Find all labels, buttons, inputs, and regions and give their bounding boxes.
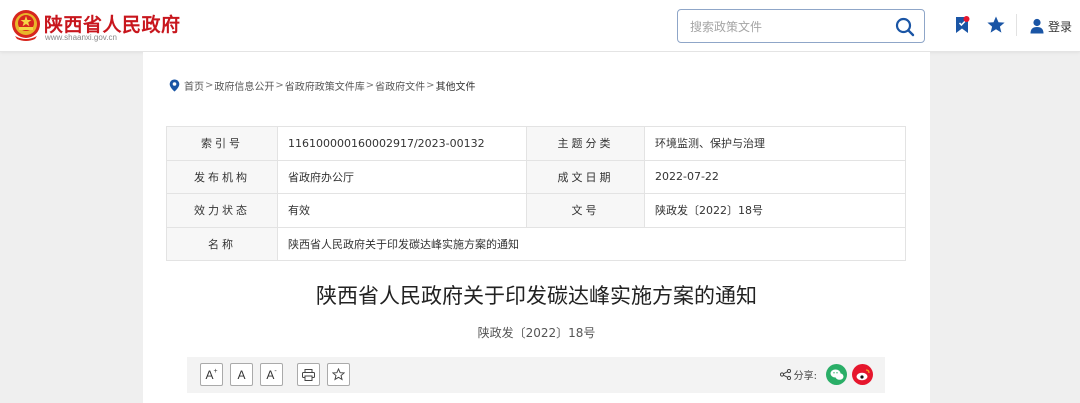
star-outline-icon bbox=[332, 368, 345, 381]
topic-label: 主题分类 bbox=[526, 126, 645, 161]
breadcrumb-other-files: 其他文件 bbox=[435, 82, 476, 93]
print-icon bbox=[302, 368, 315, 381]
breadcrumb-home[interactable]: 首页 bbox=[184, 78, 204, 93]
breadcrumb-separator: > bbox=[205, 80, 214, 91]
document-number: 陕政发〔2022〕18号 bbox=[477, 326, 596, 340]
emblem-logo[interactable] bbox=[10, 8, 42, 42]
status-value: 有效 bbox=[277, 193, 527, 228]
user-icon bbox=[1030, 18, 1044, 34]
font-decrease-sup: - bbox=[274, 368, 277, 375]
date-label: 成文日期 bbox=[526, 159, 645, 194]
search-box bbox=[677, 9, 925, 43]
breadcrumb-policy-library[interactable]: 省政府政策文件库 bbox=[285, 78, 365, 93]
breadcrumb-gov-files[interactable]: 省政府文件 bbox=[375, 78, 425, 93]
table-row: 名称 陕西省人民政府关于印发碳达峰实施方案的通知 bbox=[166, 226, 906, 261]
font-normal-button[interactable]: A bbox=[230, 363, 253, 386]
issuer-value: 省政府办公厅 bbox=[277, 159, 527, 194]
weibo-icon bbox=[856, 368, 870, 380]
table-row: 发布机构 省政府办公厅 成文日期 2022-07-22 bbox=[166, 159, 906, 194]
date-value: 2022-07-22 bbox=[644, 159, 906, 194]
search-icon[interactable] bbox=[894, 16, 916, 38]
font-increase-sup: + bbox=[213, 368, 218, 375]
name-label: 名称 bbox=[166, 226, 278, 261]
breadcrumb-gov-info[interactable]: 政府信息公开 bbox=[214, 78, 274, 93]
bookmark-icon[interactable] bbox=[952, 15, 972, 35]
font-decrease-button[interactable]: A- bbox=[260, 363, 283, 386]
header-divider bbox=[1016, 14, 1017, 36]
table-row: 效力状态 有效 文号 陕政发〔2022〕18号 bbox=[166, 193, 906, 228]
topic-value: 环境监测、保护与治理 bbox=[644, 126, 906, 161]
index-no-value: 116100000160002917/2023-00132 bbox=[277, 126, 527, 161]
font-increase-button[interactable]: A + bbox=[200, 363, 223, 386]
status-label: 效力状态 bbox=[166, 193, 278, 228]
location-pin-icon bbox=[169, 79, 180, 92]
breadcrumb-separator: > bbox=[275, 80, 284, 91]
index-no-label: 索引号 bbox=[166, 126, 278, 161]
login-button[interactable]: 登录 bbox=[1030, 17, 1072, 35]
weibo-share-button[interactable] bbox=[852, 364, 873, 385]
share-icon bbox=[779, 369, 791, 380]
breadcrumb: 首页 > 政府信息公开 > 省政府政策文件库 > 省政府文件 > 其他文件 bbox=[169, 78, 476, 93]
wechat-share-button[interactable] bbox=[826, 364, 847, 385]
breadcrumb-separator: > bbox=[426, 80, 435, 91]
table-row: 索引号 116100000160002917/2023-00132 主题分类 环… bbox=[166, 126, 906, 161]
name-value: 陕西省人民政府关于印发碳达峰实施方案的通知 bbox=[277, 226, 906, 261]
share-label: 分享: bbox=[793, 371, 817, 382]
docno-value: 陕政发〔2022〕18号 bbox=[644, 193, 906, 228]
star-icon[interactable] bbox=[986, 15, 1006, 35]
document-meta-table: 索引号 116100000160002917/2023-00132 主题分类 环… bbox=[166, 126, 906, 261]
content-panel: 首页 > 政府信息公开 > 省政府政策文件库 > 省政府文件 > 其他文件 索引… bbox=[143, 52, 930, 403]
reading-toolbar: A + A A- 分享: bbox=[187, 357, 885, 393]
site-url: www.shaanxi.gov.cn bbox=[45, 33, 117, 42]
print-button[interactable] bbox=[297, 363, 320, 386]
search-input[interactable] bbox=[690, 17, 880, 37]
breadcrumb-separator: > bbox=[365, 80, 375, 91]
font-increase-label: A bbox=[205, 367, 214, 382]
font-decrease-label: A bbox=[266, 367, 275, 382]
wechat-icon bbox=[830, 369, 843, 380]
document-title: 陕西省人民政府关于印发碳达峰实施方案的通知 bbox=[316, 284, 757, 308]
issuer-label: 发布机构 bbox=[166, 159, 278, 194]
login-label: 登录 bbox=[1048, 19, 1073, 34]
share-area: 分享: bbox=[779, 364, 873, 385]
site-header: 陕西省人民政府 www.shaanxi.gov.cn 登录 bbox=[0, 0, 1080, 52]
font-normal-label: A bbox=[237, 367, 246, 382]
favorite-button[interactable] bbox=[327, 363, 350, 386]
docno-label: 文号 bbox=[526, 193, 645, 228]
